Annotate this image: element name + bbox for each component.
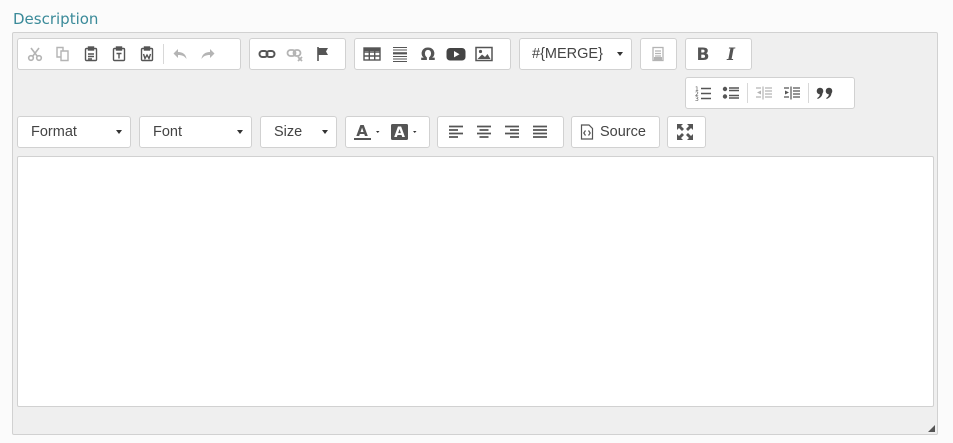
bulleted-list-button[interactable] (717, 80, 745, 106)
svg-text:A: A (356, 123, 368, 140)
size-dropdown-label: Size (274, 124, 303, 140)
horizontal-rule-button[interactable] (386, 41, 414, 67)
toolbar-separator (163, 44, 164, 64)
toolbar-separator (808, 83, 809, 103)
italic-icon: I (726, 45, 736, 63)
align-right-button[interactable] (498, 119, 526, 145)
bulleted-list-icon (722, 86, 739, 99)
source-button[interactable]: Source (580, 124, 646, 140)
align-left-icon (449, 125, 463, 138)
editor-content-area[interactable] (17, 156, 934, 407)
cut-button[interactable] (21, 41, 49, 67)
source-code-icon (580, 124, 594, 140)
align-center-icon (477, 125, 491, 138)
numbered-list-button[interactable]: 123 (689, 80, 717, 106)
bold-icon: B (697, 45, 710, 63)
justify-icon (533, 125, 547, 138)
video-play-icon (446, 48, 466, 61)
indent-button[interactable] (778, 80, 806, 106)
redo-button[interactable] (194, 41, 222, 67)
justify-button[interactable] (526, 119, 554, 145)
resize-handle[interactable] (928, 425, 935, 432)
svg-text:3: 3 (695, 96, 699, 101)
chevron-down-icon (237, 130, 243, 134)
image-icon (475, 46, 493, 62)
copy-button[interactable] (49, 41, 77, 67)
chevron-down-icon (322, 130, 328, 134)
align-right-icon (505, 125, 519, 138)
link-button[interactable] (253, 41, 281, 67)
align-center-button[interactable] (470, 119, 498, 145)
font-dropdown-label: Font (153, 124, 183, 140)
svg-text:Ω: Ω (421, 45, 435, 63)
undo-button[interactable] (166, 41, 194, 67)
image-button[interactable] (470, 41, 498, 67)
format-dropdown-label: Format (31, 124, 77, 140)
svg-text:I: I (726, 45, 736, 63)
unlink-icon (286, 49, 303, 62)
maximize-button[interactable] (671, 119, 699, 145)
text-color-icon: A (353, 123, 380, 140)
merge-dropdown-label: #{MERGE} (532, 46, 603, 62)
quote-icon (816, 87, 833, 99)
table-icon (363, 47, 381, 61)
paste-text-icon (112, 46, 126, 62)
paste-text-button[interactable] (105, 41, 133, 67)
merge-dropdown[interactable]: #{MERGE} (519, 38, 632, 70)
svg-text:B: B (697, 45, 710, 63)
source-toolbar-group: Source (571, 116, 660, 148)
clipboard-toolbar-group (17, 38, 241, 70)
maximize-toolbar-group (667, 116, 706, 148)
template-button[interactable] (644, 41, 672, 67)
italic-button[interactable]: I (717, 41, 745, 67)
table-button[interactable] (358, 41, 386, 67)
basic-style-toolbar-group: B I (685, 38, 752, 70)
source-button-label: Source (600, 124, 646, 140)
toolbar-separator (747, 83, 748, 103)
paragraph-toolbar-group: 123 (685, 77, 855, 109)
horizontal-rule-icon (393, 47, 407, 62)
scissors-icon (27, 47, 43, 62)
outdent-button[interactable] (750, 80, 778, 106)
chevron-down-icon (617, 52, 623, 56)
link-toolbar-group (249, 38, 346, 70)
size-dropdown[interactable]: Size (260, 116, 337, 148)
font-dropdown[interactable]: Font (139, 116, 252, 148)
indent-icon (784, 86, 800, 100)
copy-icon (56, 46, 69, 62)
insert-toolbar-group: Ω (354, 38, 511, 70)
colors-toolbar-group: A A (345, 116, 430, 148)
anchor-button[interactable] (309, 41, 337, 67)
flag-icon (317, 47, 328, 61)
outdent-icon (756, 86, 772, 100)
undo-icon (173, 49, 187, 59)
redo-icon (201, 49, 215, 59)
link-icon (258, 50, 276, 58)
alignment-toolbar-group (437, 116, 564, 148)
document-icon (652, 46, 664, 62)
unlink-button[interactable] (281, 41, 309, 67)
omega-icon: Ω (421, 45, 435, 63)
template-toolbar-group (640, 38, 677, 70)
background-color-icon: A (391, 124, 417, 141)
svg-text:A: A (394, 125, 405, 141)
numbered-list-icon: 123 (695, 86, 711, 101)
chevron-down-icon (116, 130, 122, 134)
format-dropdown[interactable]: Format (17, 116, 131, 148)
blockquote-button[interactable] (811, 80, 839, 106)
video-button[interactable] (442, 41, 470, 67)
align-left-button[interactable] (442, 119, 470, 145)
clipboard-icon (84, 46, 98, 62)
text-color-button[interactable]: A (350, 119, 388, 145)
field-label: Description (13, 10, 99, 28)
paste-word-button[interactable] (133, 41, 161, 67)
background-color-button[interactable]: A (388, 119, 426, 145)
bold-button[interactable]: B (689, 41, 717, 67)
paste-word-icon (140, 46, 154, 62)
maximize-icon (677, 124, 693, 140)
rich-text-editor: Ω #{MERGE} B I 123 Format Font Size A A … (12, 32, 938, 435)
paste-button[interactable] (77, 41, 105, 67)
special-char-button[interactable]: Ω (414, 41, 442, 67)
